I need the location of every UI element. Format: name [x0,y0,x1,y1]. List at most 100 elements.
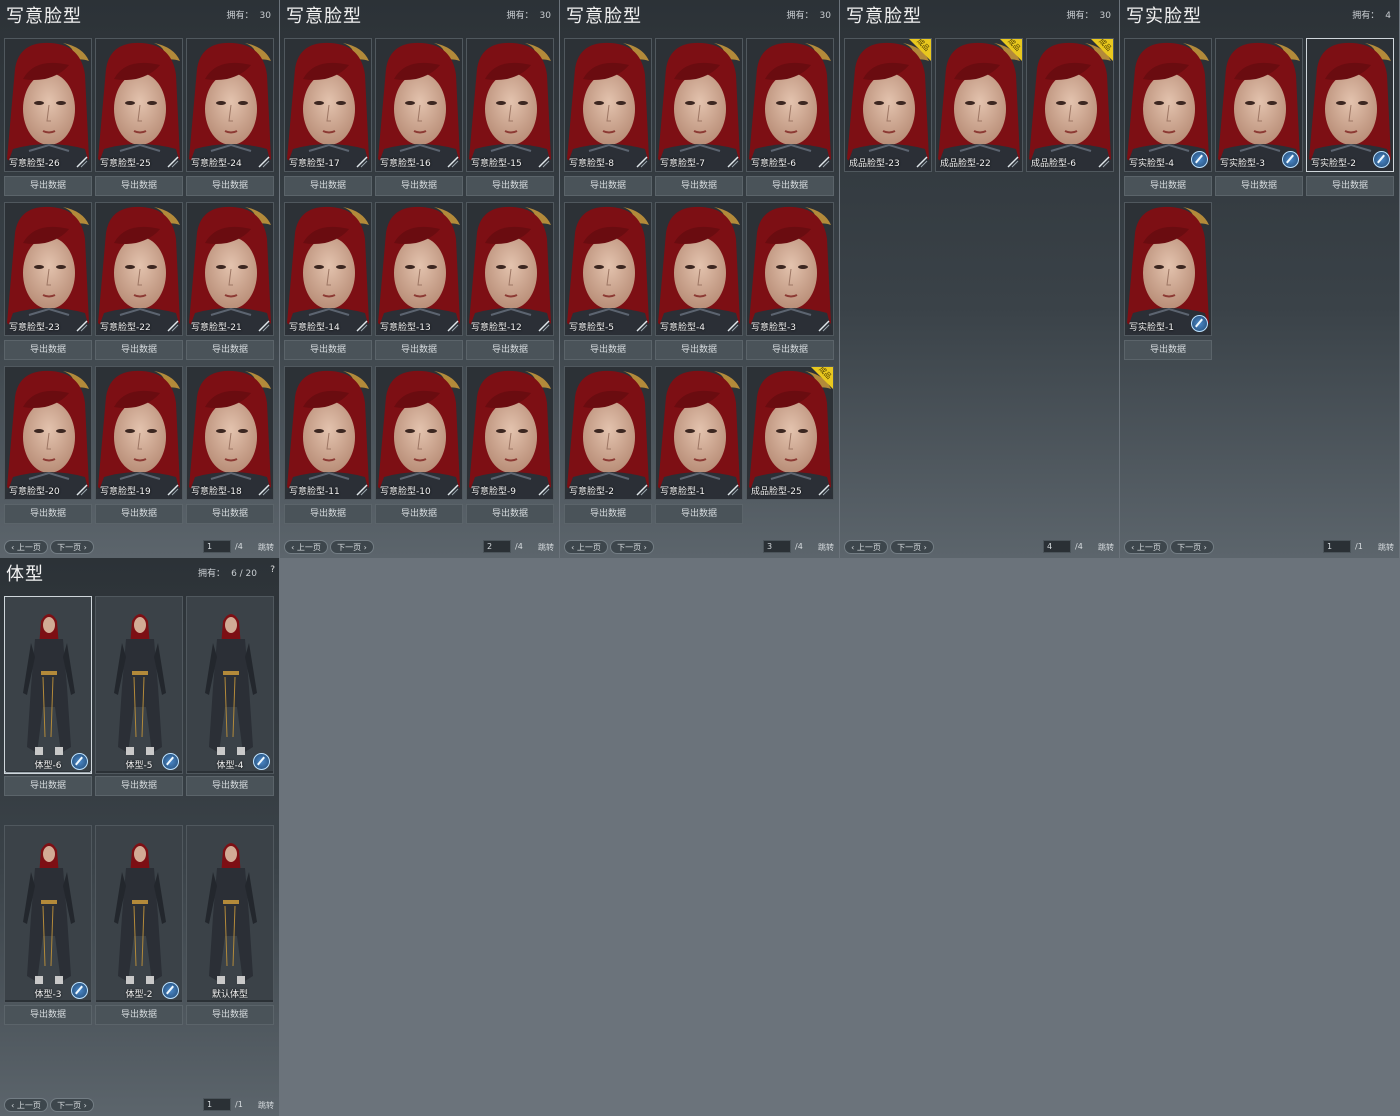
export-data-button[interactable]: 导出数据 [186,776,274,796]
face-card[interactable]: 写意脸型-7 [655,38,743,172]
face-card[interactable]: 写意脸型-4 [655,202,743,336]
body-card[interactable]: 体型-6 [4,596,92,774]
page-number-input[interactable]: 4 [1043,540,1071,553]
export-data-button[interactable]: 导出数据 [284,176,372,196]
page-number-input[interactable]: 1 [1323,540,1351,553]
export-data-button[interactable]: 导出数据 [1124,340,1212,360]
face-card[interactable]: 写意脸型-11 [284,366,372,500]
export-data-button[interactable]: 导出数据 [564,176,652,196]
export-data-button[interactable]: 导出数据 [284,504,372,524]
export-data-button[interactable]: 导出数据 [746,176,834,196]
export-data-button[interactable]: 导出数据 [564,504,652,524]
next-page-button[interactable]: 下一页 › [610,540,654,554]
export-data-button[interactable]: 导出数据 [4,504,92,524]
page-number-input[interactable]: 2 [483,540,511,553]
export-data-button[interactable]: 导出数据 [375,340,463,360]
brush-edit-icon[interactable] [71,753,88,770]
jump-button[interactable]: 跳转 [538,542,554,553]
face-card[interactable]: 写意脸型-9 [466,366,554,500]
export-data-button[interactable]: 导出数据 [95,340,183,360]
export-data-button[interactable]: 导出数据 [466,504,554,524]
brush-edit-icon[interactable] [71,982,88,999]
export-data-button[interactable]: 导出数据 [4,776,92,796]
export-data-button[interactable]: 导出数据 [1124,176,1212,196]
export-data-button[interactable]: 导出数据 [186,1005,274,1025]
export-data-button[interactable]: 导出数据 [466,340,554,360]
brush-edit-icon[interactable] [1191,151,1208,168]
face-card[interactable]: 写实脸型-4 [1124,38,1212,172]
face-card[interactable]: 写意脸型-5 [564,202,652,336]
face-card[interactable]: 写意脸型-3 [746,202,834,336]
export-data-button[interactable]: 导出数据 [375,504,463,524]
export-data-button[interactable]: 导出数据 [284,340,372,360]
face-card[interactable]: 写实脸型-2 [1306,38,1394,172]
face-card[interactable]: 写意脸型-14 [284,202,372,336]
export-data-button[interactable]: 导出数据 [186,176,274,196]
export-data-button[interactable]: 导出数据 [95,1005,183,1025]
prev-page-button[interactable]: ‹ 上一页 [844,540,888,554]
face-card[interactable]: 写意脸型-10 [375,366,463,500]
face-card[interactable]: 写意脸型-25 [95,38,183,172]
prev-page-button[interactable]: ‹ 上一页 [1124,540,1168,554]
body-card[interactable]: 体型-5 [95,596,183,774]
brush-edit-icon[interactable] [162,982,179,999]
body-card[interactable]: 体型-4 [186,596,274,774]
export-data-button[interactable]: 导出数据 [186,504,274,524]
export-data-button[interactable]: 导出数据 [1215,176,1303,196]
body-card[interactable]: 体型-3 [4,825,92,1003]
export-data-button[interactable]: 导出数据 [655,504,743,524]
export-data-button[interactable]: 导出数据 [186,340,274,360]
jump-button[interactable]: 跳转 [258,1100,274,1111]
brush-edit-icon[interactable] [162,753,179,770]
jump-button[interactable]: 跳转 [1098,542,1114,553]
export-data-button[interactable]: 导出数据 [375,176,463,196]
face-card[interactable]: 成品脸型-25 成品 [746,366,834,500]
face-card[interactable]: 写意脸型-2 [564,366,652,500]
face-card[interactable]: 成品脸型-6 成品 [1026,38,1114,172]
face-card[interactable]: 写实脸型-3 [1215,38,1303,172]
face-card[interactable]: 写意脸型-17 [284,38,372,172]
face-card[interactable]: 写意脸型-13 [375,202,463,336]
face-card[interactable]: 写实脸型-1 [1124,202,1212,336]
next-page-button[interactable]: 下一页 › [330,540,374,554]
export-data-button[interactable]: 导出数据 [466,176,554,196]
export-data-button[interactable]: 导出数据 [655,176,743,196]
face-card[interactable]: 写意脸型-12 [466,202,554,336]
next-page-button[interactable]: 下一页 › [890,540,934,554]
face-card[interactable]: 写意脸型-15 [466,38,554,172]
page-number-input[interactable]: 1 [203,540,231,553]
face-card[interactable]: 写意脸型-18 [186,366,274,500]
jump-button[interactable]: 跳转 [1378,542,1394,553]
face-card[interactable]: 成品脸型-23 成品 [844,38,932,172]
page-number-input[interactable]: 3 [763,540,791,553]
prev-page-button[interactable]: ‹ 上一页 [564,540,608,554]
prev-page-button[interactable]: ‹ 上一页 [284,540,328,554]
page-number-input[interactable]: 1 [203,1098,231,1111]
export-data-button[interactable]: 导出数据 [746,340,834,360]
face-card[interactable]: 写意脸型-8 [564,38,652,172]
next-page-button[interactable]: 下一页 › [50,540,94,554]
face-card[interactable]: 写意脸型-20 [4,366,92,500]
face-card[interactable]: 写意脸型-23 [4,202,92,336]
jump-button[interactable]: 跳转 [258,542,274,553]
brush-edit-icon[interactable] [1282,151,1299,168]
help-icon[interactable]: ? [270,565,275,575]
face-card[interactable]: 写意脸型-16 [375,38,463,172]
export-data-button[interactable]: 导出数据 [95,776,183,796]
export-data-button[interactable]: 导出数据 [655,340,743,360]
face-card[interactable]: 成品脸型-22 成品 [935,38,1023,172]
next-page-button[interactable]: 下一页 › [1170,540,1214,554]
export-data-button[interactable]: 导出数据 [1306,176,1394,196]
prev-page-button[interactable]: ‹ 上一页 [4,540,48,554]
face-card[interactable]: 写意脸型-21 [186,202,274,336]
export-data-button[interactable]: 导出数据 [95,176,183,196]
jump-button[interactable]: 跳转 [818,542,834,553]
face-card[interactable]: 写意脸型-1 [655,366,743,500]
export-data-button[interactable]: 导出数据 [564,340,652,360]
face-card[interactable]: 写意脸型-26 [4,38,92,172]
face-card[interactable]: 写意脸型-24 [186,38,274,172]
next-page-button[interactable]: 下一页 › [50,1098,94,1112]
face-card[interactable]: 写意脸型-6 [746,38,834,172]
face-card[interactable]: 写意脸型-22 [95,202,183,336]
face-card[interactable]: 写意脸型-19 [95,366,183,500]
